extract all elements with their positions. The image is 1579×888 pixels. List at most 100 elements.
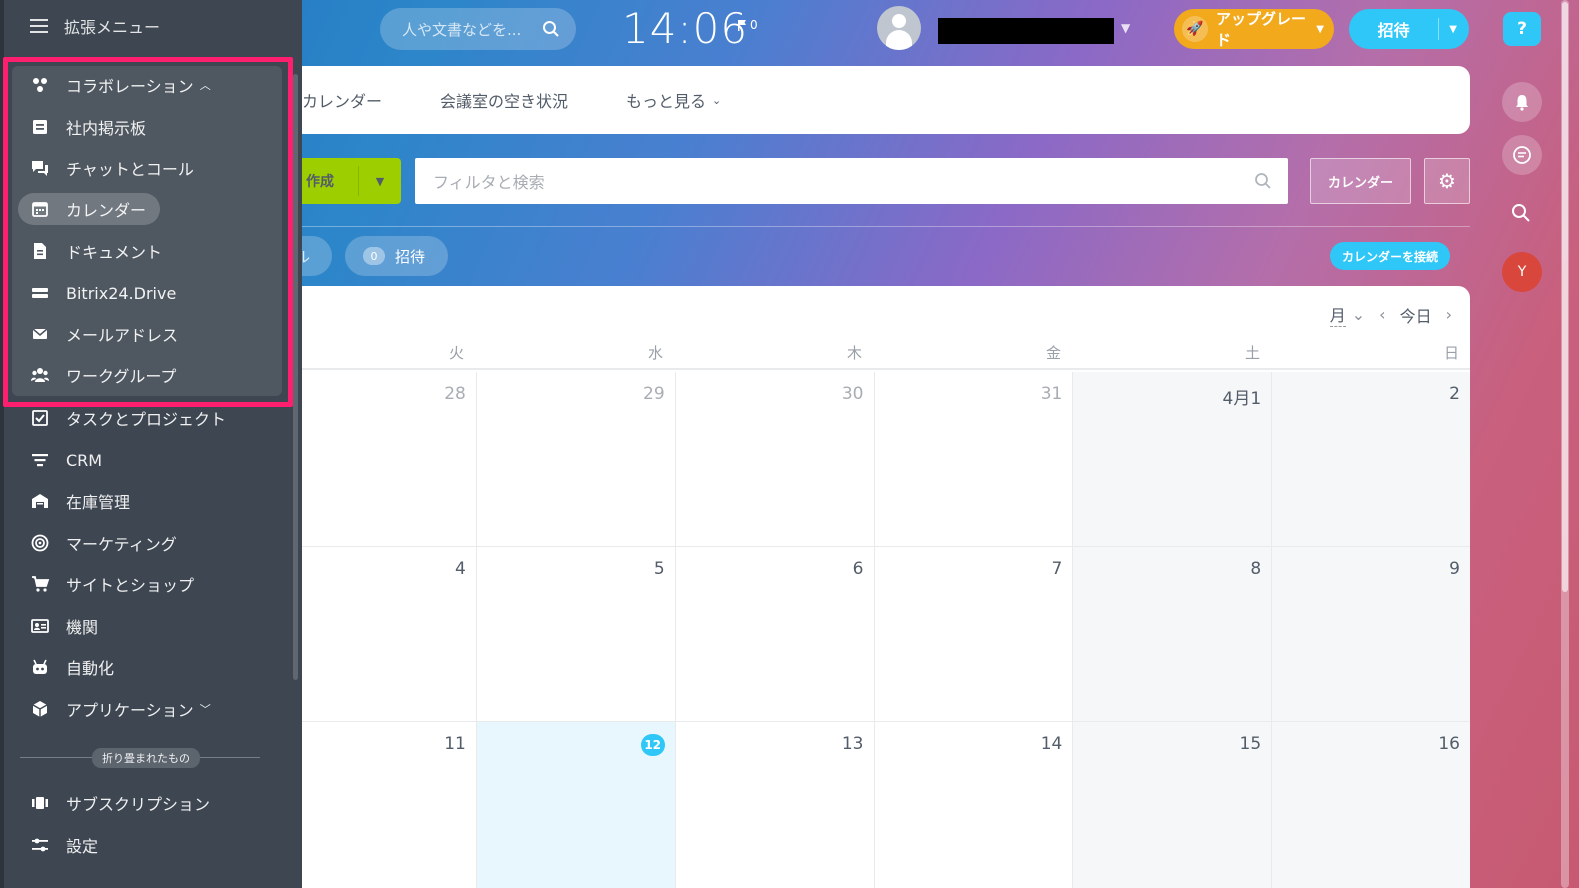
today-button[interactable]: 今日 bbox=[1400, 303, 1432, 327]
messenger-button[interactable] bbox=[1502, 135, 1542, 175]
bell-icon bbox=[1516, 95, 1528, 111]
weekday: 土 bbox=[1244, 344, 1260, 362]
sidebar-scrollbar[interactable] bbox=[293, 74, 298, 680]
sidebar-item-tasks[interactable]: タスクとプロジェクト bbox=[18, 402, 238, 434]
sidebar-item-marketing[interactable]: マーケティング bbox=[18, 527, 189, 559]
invite-count: 0 bbox=[363, 247, 385, 265]
sidebar-item-label: サイトとショップ bbox=[66, 576, 195, 595]
tab-room-availability[interactable]: 会議室の空き状況 bbox=[440, 88, 568, 112]
global-search-input[interactable]: 人や文書などを... bbox=[380, 8, 576, 50]
sidebar-item-label: 在庫管理 bbox=[66, 493, 131, 512]
id-card-icon bbox=[30, 616, 50, 636]
sidebar-item-subscription[interactable]: サブスクリプション bbox=[18, 787, 222, 819]
cart-icon bbox=[30, 574, 50, 594]
day-cell[interactable]: 5 bbox=[475, 547, 675, 721]
create-button[interactable]: 作成 ▼ bbox=[302, 158, 401, 204]
flag-counter[interactable]: 0 bbox=[738, 18, 758, 32]
sidebar-item-sites[interactable]: サイトとショップ bbox=[18, 568, 206, 600]
weekday: 日 bbox=[1443, 344, 1459, 362]
menu-burger-icon[interactable] bbox=[30, 19, 48, 33]
subscription-icon bbox=[30, 793, 50, 813]
chevron-down-icon[interactable]: ⌄ bbox=[1352, 305, 1365, 324]
view-selector[interactable]: 月 bbox=[1329, 302, 1346, 327]
filter-placeholder: フィルタと検索 bbox=[433, 173, 545, 192]
top-tabs: カレンダー 会議室の空き状況 もっと見る ⌄ bbox=[302, 66, 1470, 134]
week-row: 4 5 6 7 8 9 bbox=[302, 547, 1470, 722]
month-calendar: 月 ⌄ ‹ 今日 › 火 水 木 金 土 日 28 29 30 31 4月1 2… bbox=[302, 286, 1470, 888]
today-cell[interactable]: 12 bbox=[475, 722, 675, 888]
invitations-pill[interactable]: 0 招待 bbox=[345, 236, 448, 276]
invite-button[interactable]: 招待 ▼ bbox=[1349, 9, 1469, 49]
day-cell[interactable]: 29 bbox=[475, 372, 675, 546]
sidebar-item-label: 機関 bbox=[66, 618, 99, 637]
day-cell[interactable]: 11 bbox=[302, 722, 476, 888]
prev-arrow-icon[interactable]: ‹ bbox=[1379, 305, 1385, 324]
user-avatar[interactable] bbox=[877, 6, 921, 50]
tab-more[interactable]: もっと見る ⌄ bbox=[626, 88, 721, 112]
tab-calendar[interactable]: カレンダー bbox=[302, 88, 382, 112]
sidebar-title: 拡張メニュー bbox=[64, 18, 161, 37]
day-cell[interactable]: 28 bbox=[302, 372, 476, 546]
weekday: 水 bbox=[647, 344, 663, 362]
day-cell[interactable]: 30 bbox=[674, 372, 874, 546]
day-cell[interactable]: 2 bbox=[1271, 372, 1470, 546]
rail-user-avatar[interactable]: Y bbox=[1502, 252, 1542, 292]
next-arrow-icon[interactable]: › bbox=[1446, 305, 1452, 324]
day-cell[interactable]: 16 bbox=[1271, 722, 1470, 888]
sidebar-item-crm[interactable]: CRM bbox=[18, 444, 114, 476]
sidebar-item-label: CRM bbox=[66, 450, 103, 470]
sidebar-header[interactable]: 拡張メニュー bbox=[30, 14, 160, 38]
day-cell[interactable]: 4月1 bbox=[1072, 372, 1272, 546]
robot-icon bbox=[30, 657, 50, 677]
week-row: 28 29 30 31 4月1 2 bbox=[302, 372, 1470, 547]
cube-icon bbox=[30, 699, 50, 719]
sidebar-item-settings[interactable]: 設定 bbox=[18, 829, 110, 861]
connect-calendar-button[interactable]: カレンダーを接続 bbox=[1330, 242, 1450, 270]
help-button[interactable]: ? bbox=[1503, 12, 1541, 46]
collapsed-separator[interactable]: 折り畳まれたもの bbox=[20, 746, 260, 768]
user-name-redacted[interactable] bbox=[938, 18, 1114, 44]
day-cell[interactable]: 7 bbox=[873, 547, 1073, 721]
day-cell[interactable]: 15 bbox=[1072, 722, 1272, 888]
sidebar-item-company[interactable]: 機関 bbox=[18, 610, 110, 642]
day-cell[interactable]: 14 bbox=[873, 722, 1073, 888]
chevron-down-icon: ⌄ bbox=[712, 93, 722, 107]
highlight-frame bbox=[3, 57, 293, 407]
sidebar-item-inventory[interactable]: 在庫管理 bbox=[18, 485, 142, 517]
sidebar-item-label: サブスクリプション bbox=[66, 795, 211, 814]
search-placeholder: 人や文書などを... bbox=[402, 20, 522, 39]
chevron-down-icon: ﹀ bbox=[199, 703, 211, 716]
day-cell[interactable]: 31 bbox=[873, 372, 1073, 546]
day-cell[interactable]: 13 bbox=[674, 722, 874, 888]
collapsed-label: 折り畳まれたもの bbox=[92, 748, 200, 768]
rail-search-icon[interactable] bbox=[1511, 203, 1531, 228]
search-icon bbox=[543, 21, 559, 37]
day-cell[interactable]: 4 bbox=[302, 547, 476, 721]
user-menu-caret-icon[interactable]: ▼ bbox=[1121, 21, 1130, 35]
notifications-button[interactable] bbox=[1502, 82, 1542, 122]
invitations-label: 招待 bbox=[395, 247, 426, 266]
chevron-down-icon[interactable]: ▼ bbox=[1449, 24, 1457, 35]
warehouse-icon bbox=[30, 491, 50, 511]
week-row: 11 12 13 14 15 16 bbox=[302, 722, 1470, 888]
calendars-button[interactable]: カレンダー bbox=[1310, 158, 1411, 204]
sidebar-item-applications[interactable]: アプリケーション ﹀ bbox=[18, 693, 223, 725]
today-badge: 12 bbox=[640, 734, 665, 756]
upgrade-label: アップグレード bbox=[1216, 10, 1307, 49]
upgrade-button[interactable]: 🚀 アップグレード ▼ bbox=[1174, 9, 1334, 49]
filter-search-input[interactable]: フィルタと検索 bbox=[415, 158, 1288, 204]
weekday-header: 火 水 木 金 土 日 bbox=[302, 342, 1470, 370]
filter-icon bbox=[30, 450, 50, 470]
settings-gear-button[interactable]: ⚙ bbox=[1424, 158, 1470, 204]
page-scrollbar[interactable] bbox=[1561, 0, 1569, 888]
day-cell[interactable]: 9 bbox=[1271, 547, 1470, 721]
day-cell[interactable]: 8 bbox=[1072, 547, 1272, 721]
sidebar-item-automation[interactable]: 自動化 bbox=[18, 651, 126, 683]
create-label: 作成 bbox=[306, 174, 334, 190]
weekday: 木 bbox=[846, 344, 862, 362]
invite-label: 招待 bbox=[1377, 21, 1410, 40]
view-selector-label: 月 bbox=[1329, 306, 1346, 325]
chat-bubble-icon bbox=[1513, 146, 1531, 164]
day-cell[interactable]: 6 bbox=[674, 547, 874, 721]
create-caret-icon[interactable]: ▼ bbox=[359, 175, 401, 188]
